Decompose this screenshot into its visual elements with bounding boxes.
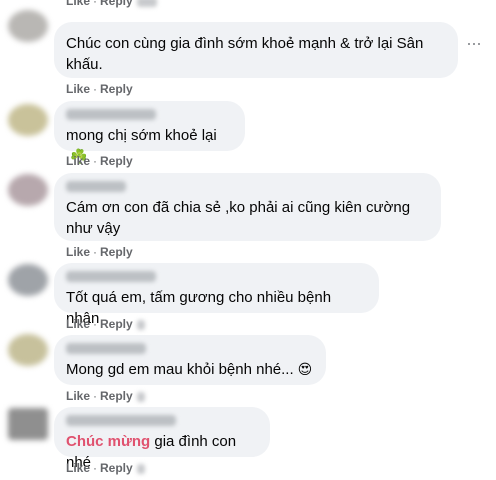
- commenter-name[interactable]: [66, 415, 176, 426]
- comment-bubble: Chúc mừng gia đình con nhé: [54, 407, 270, 471]
- commenter-name[interactable]: [66, 271, 156, 282]
- comment-actions: Like · Reply: [66, 461, 145, 475]
- comment-bubble: Tốt quá em, tấm gương cho nhiều bệnh nhâ…: [54, 263, 379, 327]
- comment-actions: Like · Reply: [66, 389, 145, 403]
- reply-link[interactable]: Reply: [100, 0, 133, 8]
- reply-link[interactable]: Reply: [100, 245, 133, 259]
- avatar[interactable]: [8, 104, 48, 136]
- reply-link[interactable]: Reply: [100, 461, 133, 475]
- dot-separator: ·: [93, 317, 98, 331]
- reply-link[interactable]: Reply: [100, 82, 133, 96]
- avatar[interactable]: [8, 264, 48, 296]
- comment-text-content: mong chị sớm khoẻ lại: [66, 127, 217, 144]
- timestamp: [136, 391, 145, 402]
- comment-actions: Like · Reply: [66, 245, 133, 259]
- dot-separator: ·: [93, 82, 98, 96]
- dot-separator: ·: [93, 154, 98, 168]
- avatar[interactable]: [8, 334, 48, 366]
- dot-separator: ·: [93, 0, 98, 8]
- timestamp: [136, 463, 145, 474]
- comment-text-content: Mong gd em mau khỏi bệnh nhé...: [66, 361, 294, 378]
- reply-link[interactable]: Reply: [100, 154, 133, 168]
- dot-separator: ·: [93, 389, 98, 403]
- avatar[interactable]: [8, 10, 48, 42]
- like-link[interactable]: Like: [66, 245, 90, 259]
- comment-bubble: Mong gd em mau khỏi bệnh nhé... 😍: [54, 335, 326, 385]
- reply-link[interactable]: Reply: [100, 317, 133, 331]
- dot-separator: ·: [93, 245, 98, 259]
- avatar[interactable]: [8, 408, 48, 440]
- like-link[interactable]: Like: [66, 82, 90, 96]
- ellipsis-icon[interactable]: ···: [466, 34, 484, 52]
- like-link[interactable]: Like: [66, 389, 90, 403]
- avatar[interactable]: [8, 174, 48, 206]
- commenter-name[interactable]: [66, 181, 126, 192]
- heart-eyes-emoji-icon: 😍: [297, 361, 313, 377]
- like-link[interactable]: Like: [66, 154, 90, 168]
- comment-text: Mong gd em mau khỏi bệnh nhé... 😍: [66, 359, 314, 380]
- comment-bubble: mong chị sớm khoẻ lại☘️: [54, 101, 245, 164]
- reply-link[interactable]: Reply: [100, 389, 133, 403]
- comment-actions-top: Like · Reply: [66, 0, 157, 8]
- commenter-name[interactable]: [66, 343, 146, 354]
- comment-actions: Like · Reply: [66, 317, 145, 331]
- like-link[interactable]: Like: [66, 317, 90, 331]
- commenter-name[interactable]: [66, 109, 156, 120]
- comment-actions: Like · Reply: [66, 154, 133, 168]
- comment-bubble: Chúc con cùng gia đình sớm khoẻ mạnh & t…: [54, 22, 458, 78]
- like-link[interactable]: Like: [66, 461, 90, 475]
- dot-separator: ·: [93, 461, 98, 475]
- comment-bubble: Cám ơn con đã chia sẻ ,ko phải ai cũng k…: [54, 173, 441, 241]
- comment-actions: Like · Reply: [66, 82, 133, 96]
- highlighted-text: Chúc mừng: [66, 433, 151, 450]
- timestamp: [136, 0, 157, 7]
- comment-text: Cám ơn con đã chia sẻ ,ko phải ai cũng k…: [66, 199, 411, 237]
- comment-text: Chúc con cùng gia đình sớm khoẻ mạnh & t…: [66, 35, 424, 73]
- timestamp: [136, 319, 145, 330]
- like-link[interactable]: Like: [66, 0, 90, 8]
